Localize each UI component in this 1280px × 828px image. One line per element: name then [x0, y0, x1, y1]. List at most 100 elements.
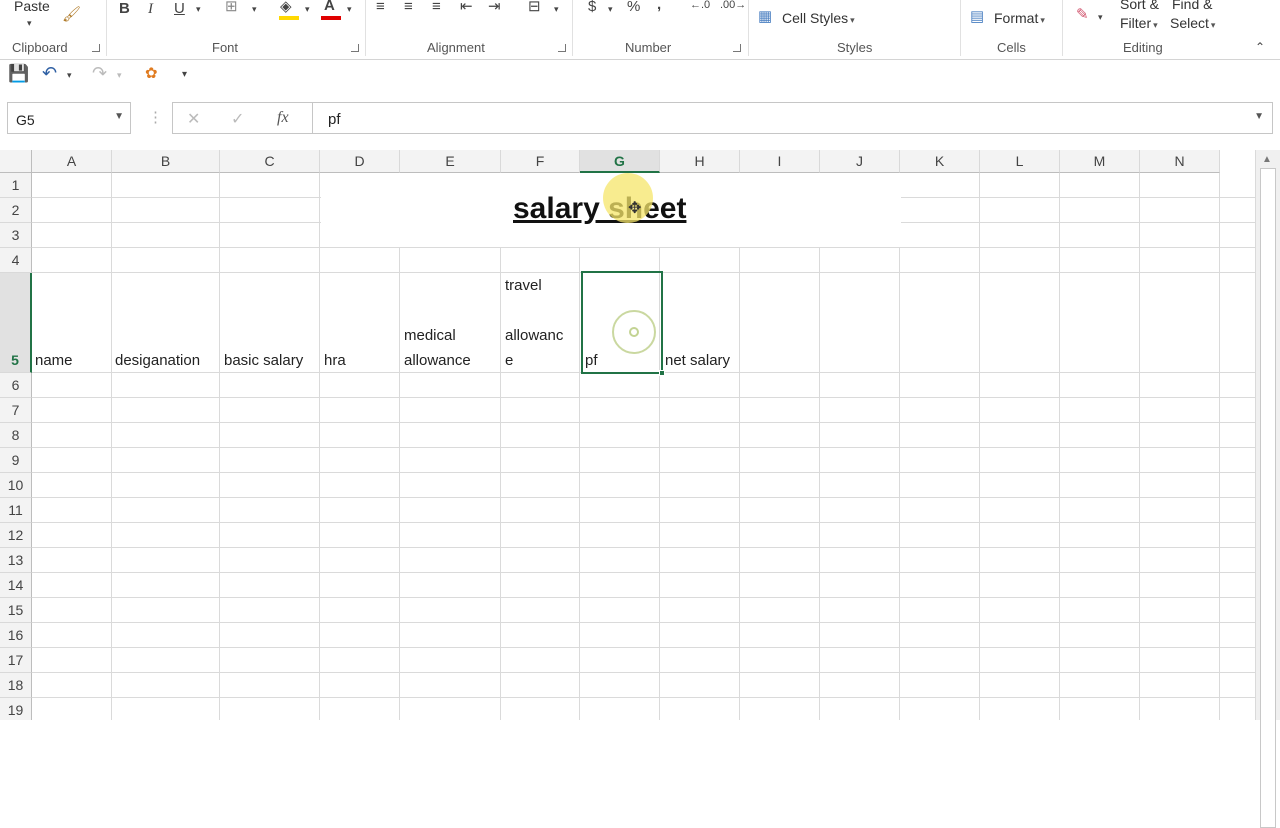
expand-formula-bar-icon[interactable]: ▼: [1254, 111, 1264, 122]
cell-H5[interactable]: net salary: [665, 348, 730, 373]
decrease-decimal-icon[interactable]: .00→: [720, 0, 746, 14]
name-box-dropdown-icon[interactable]: ▼: [114, 111, 124, 122]
font-color-icon[interactable]: A: [324, 0, 335, 15]
align-left-icon[interactable]: ≡: [376, 0, 385, 16]
italic-button[interactable]: I: [148, 0, 153, 18]
cancel-icon[interactable]: ✕: [187, 109, 200, 129]
find-select-button-line2[interactable]: Select ▾: [1170, 15, 1215, 31]
undo-dropdown-icon[interactable]: ▾: [67, 66, 72, 84]
column-header-J[interactable]: J: [820, 150, 900, 173]
cell-C5[interactable]: basic salary: [224, 348, 303, 373]
row-header-7[interactable]: 7: [0, 398, 32, 423]
paste-dropdown-icon[interactable]: ▾: [27, 14, 32, 32]
cell-F5-line3[interactable]: e: [505, 348, 513, 373]
cell-A5[interactable]: name: [35, 348, 73, 373]
cell-styles-button[interactable]: Cell Styles ▾: [782, 10, 855, 26]
bold-button[interactable]: B: [119, 0, 130, 18]
alignment-launcher-icon[interactable]: [558, 44, 566, 52]
number-launcher-icon[interactable]: [733, 44, 741, 52]
column-header-M[interactable]: M: [1060, 150, 1140, 173]
row-header-5[interactable]: 5: [0, 273, 32, 373]
align-right-icon[interactable]: ≡: [432, 0, 441, 16]
column-header-L[interactable]: L: [980, 150, 1060, 173]
paste-button[interactable]: Paste: [14, 0, 50, 14]
currency-button[interactable]: $: [588, 0, 596, 16]
formula-input[interactable]: pf ▼: [312, 102, 1273, 134]
format-button[interactable]: Format ▾: [994, 10, 1045, 26]
underline-dropdown-icon[interactable]: ▾: [196, 0, 201, 18]
row-header-9[interactable]: 9: [0, 448, 32, 473]
cell-F5-line1[interactable]: travel: [505, 273, 542, 298]
row-header-4[interactable]: 4: [0, 248, 32, 273]
borders-icon[interactable]: ⊞: [225, 0, 238, 16]
fill-handle[interactable]: [659, 370, 665, 376]
borders-dropdown-icon[interactable]: ▾: [252, 0, 257, 18]
currency-dropdown-icon[interactable]: ▾: [608, 0, 613, 18]
row-header-14[interactable]: 14: [0, 573, 32, 598]
cell-F5-line2[interactable]: allowanc: [505, 323, 563, 348]
insert-function-button[interactable]: fx: [277, 109, 289, 127]
column-header-N[interactable]: N: [1140, 150, 1220, 173]
enter-check-icon[interactable]: ✓: [231, 109, 244, 129]
cell-B5[interactable]: desiganation: [115, 348, 200, 373]
customize-qat-icon[interactable]: ▾: [182, 66, 187, 84]
sort-filter-button[interactable]: Sort &: [1120, 0, 1159, 12]
column-header-H[interactable]: H: [660, 150, 740, 173]
row-header-11[interactable]: 11: [0, 498, 32, 523]
comma-button[interactable]: ,: [657, 0, 661, 14]
row-header-16[interactable]: 16: [0, 623, 32, 648]
column-header-E[interactable]: E: [400, 150, 501, 173]
name-box[interactable]: G5 ▼: [7, 102, 131, 134]
column-header-F[interactable]: F: [501, 150, 580, 173]
find-select-button[interactable]: Find &: [1172, 0, 1212, 12]
vertical-scrollbar[interactable]: ▲: [1255, 150, 1280, 828]
clear-dropdown-icon[interactable]: ▾: [1098, 8, 1103, 26]
row-header-3[interactable]: 3: [0, 223, 32, 248]
decrease-indent-icon[interactable]: ⇤: [460, 0, 473, 16]
row-header-13[interactable]: 13: [0, 548, 32, 573]
row-header-10[interactable]: 10: [0, 473, 32, 498]
fill-color-icon[interactable]: ◈: [280, 0, 292, 16]
column-header-B[interactable]: B: [112, 150, 220, 173]
clear-eraser-icon[interactable]: ✎: [1076, 6, 1089, 24]
row-header-19[interactable]: 19: [0, 698, 32, 720]
column-header-D[interactable]: D: [320, 150, 400, 173]
merge-dropdown-icon[interactable]: ▾: [554, 0, 559, 18]
row-header-18[interactable]: 18: [0, 673, 32, 698]
scroll-thumb[interactable]: [1260, 168, 1276, 828]
fill-color-dropdown-icon[interactable]: ▾: [305, 0, 310, 18]
format-painter-icon[interactable]: 🖌: [62, 6, 81, 24]
merge-center-icon[interactable]: ⊟: [528, 0, 541, 16]
row-header-1[interactable]: 1: [0, 173, 32, 198]
underline-button[interactable]: U: [174, 0, 185, 18]
align-center-icon[interactable]: ≡: [404, 0, 413, 16]
redo-icon[interactable]: ↷: [92, 64, 107, 82]
column-header-G[interactable]: G: [580, 150, 660, 173]
increase-decimal-icon[interactable]: ←.0: [690, 0, 710, 14]
cell-E5-line1[interactable]: medical: [404, 323, 456, 348]
row-header-15[interactable]: 15: [0, 598, 32, 623]
column-header-A[interactable]: A: [32, 150, 112, 173]
column-header-K[interactable]: K: [900, 150, 980, 173]
sort-filter-button-line2[interactable]: Filter ▾: [1120, 15, 1158, 31]
font-color-dropdown-icon[interactable]: ▾: [347, 0, 352, 18]
increase-indent-icon[interactable]: ⇥: [488, 0, 501, 16]
row-header-6[interactable]: 6: [0, 373, 32, 398]
clipboard-launcher-icon[interactable]: [92, 44, 100, 52]
column-header-C[interactable]: C: [220, 150, 320, 173]
undo-icon[interactable]: ↶: [42, 64, 57, 82]
collapse-ribbon-icon[interactable]: ⌃: [1255, 38, 1265, 56]
row-header-17[interactable]: 17: [0, 648, 32, 673]
cell-D5[interactable]: hra: [324, 348, 346, 373]
column-header-I[interactable]: I: [740, 150, 820, 173]
percent-button[interactable]: %: [627, 0, 640, 16]
redo-dropdown-icon[interactable]: ▾: [117, 66, 122, 84]
font-launcher-icon[interactable]: [351, 44, 359, 52]
row-header-8[interactable]: 8: [0, 423, 32, 448]
color-palette-icon[interactable]: ✿: [145, 65, 158, 83]
cell-E5-line2[interactable]: allowance: [404, 348, 471, 373]
row-header-12[interactable]: 12: [0, 523, 32, 548]
save-icon[interactable]: 💾: [8, 65, 29, 83]
row-header-2[interactable]: 2: [0, 198, 32, 223]
select-all-corner[interactable]: [0, 150, 32, 173]
